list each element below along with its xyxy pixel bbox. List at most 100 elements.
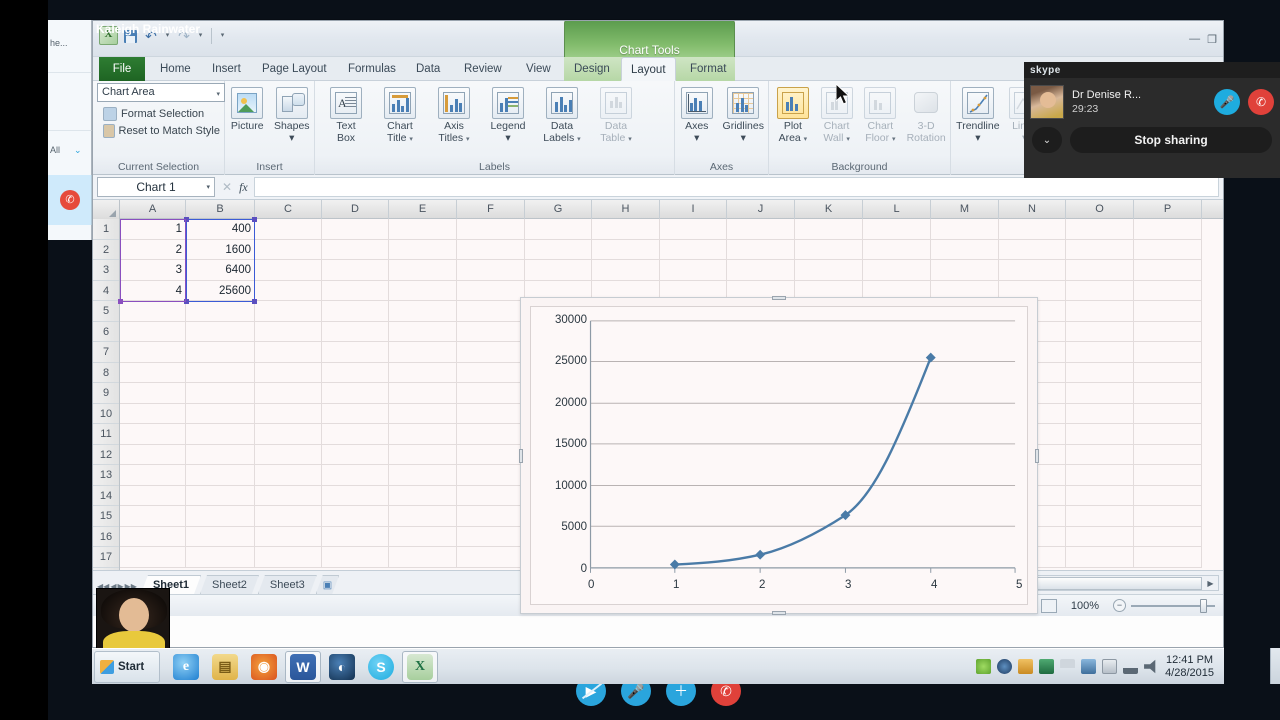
mic-icon[interactable]: 🎤 <box>1214 89 1240 115</box>
cell-E12[interactable] <box>389 444 457 465</box>
cell-E5[interactable] <box>389 301 457 322</box>
stop-sharing-button[interactable]: Stop sharing <box>1070 127 1272 153</box>
row-header-2[interactable]: 2 <box>93 240 119 260</box>
chart-resize-handle-right[interactable] <box>1035 448 1039 463</box>
cell-P14[interactable] <box>1134 485 1202 506</box>
cell-E3[interactable] <box>389 260 457 281</box>
cancel-formula-icon[interactable]: ✕ <box>222 180 232 194</box>
column-header-M[interactable]: M <box>931 200 999 219</box>
cell-N3[interactable] <box>999 260 1066 281</box>
tab-design[interactable]: Design <box>565 57 619 81</box>
tab-file[interactable]: File <box>99 57 145 81</box>
row-header-6[interactable]: 6 <box>93 322 119 342</box>
cell-F13[interactable] <box>457 465 525 486</box>
chart-title-button[interactable]: Chart Title ▾ <box>373 85 427 145</box>
column-header-D[interactable]: D <box>322 200 389 219</box>
cell-B13[interactable] <box>186 465 255 486</box>
select-all-corner[interactable] <box>93 200 120 219</box>
table-row[interactable]: 3 6400 <box>120 260 1223 281</box>
cell-E17[interactable] <box>389 547 457 568</box>
legend-dropdown-icon[interactable]: ▾ <box>481 132 535 145</box>
cell-I1[interactable] <box>660 219 727 240</box>
cell-F9[interactable] <box>457 383 525 404</box>
axes-button[interactable]: Axes ▾ <box>675 85 719 144</box>
cell-C16[interactable] <box>255 526 322 547</box>
bg-skype-filter[interactable]: All <box>50 145 60 155</box>
tab-page-layout[interactable]: Page Layout <box>253 57 336 81</box>
cell-B14[interactable] <box>186 485 255 506</box>
cell-P7[interactable] <box>1134 342 1202 363</box>
zoom-level-label[interactable]: 100% <box>1071 600 1099 612</box>
taskbar-item-file-explorer[interactable]: ▤ <box>207 651 243 683</box>
shapes-dropdown-icon[interactable]: ▾ <box>270 132 315 145</box>
chart-resize-handle-top[interactable] <box>772 296 786 300</box>
cell-L2[interactable] <box>863 239 931 260</box>
column-header-L[interactable]: L <box>863 200 931 219</box>
cell-O7[interactable] <box>1066 342 1134 363</box>
cell-F5[interactable] <box>457 301 525 322</box>
cell-E6[interactable] <box>389 321 457 342</box>
tab-insert[interactable]: Insert <box>203 57 250 81</box>
column-header-C[interactable]: C <box>255 200 322 219</box>
cell-F12[interactable] <box>457 444 525 465</box>
clipboard-icon[interactable] <box>1102 659 1118 674</box>
cell-P13[interactable] <box>1134 465 1202 486</box>
cell-C5[interactable] <box>255 301 322 322</box>
cell-P1[interactable] <box>1134 219 1202 240</box>
cell-O16[interactable] <box>1066 526 1134 547</box>
cell-M1[interactable] <box>931 219 999 240</box>
cell-G3[interactable] <box>525 260 592 281</box>
cell-D17[interactable] <box>322 547 389 568</box>
cell-O14[interactable] <box>1066 485 1134 506</box>
column-header-H[interactable]: H <box>592 200 660 219</box>
cell-C8[interactable] <box>255 362 322 383</box>
cell-F6[interactable] <box>457 321 525 342</box>
column-header-A[interactable]: A <box>120 200 186 219</box>
cell-J3[interactable] <box>727 260 795 281</box>
cell-J1[interactable] <box>727 219 795 240</box>
gridlines-button[interactable]: Gridlines ▾ <box>719 85 768 144</box>
reset-to-match-style-button[interactable]: Reset to Match Style <box>99 123 224 139</box>
tab-format[interactable]: Format <box>681 57 735 81</box>
cell-N1[interactable] <box>999 219 1066 240</box>
row-header-13[interactable]: 13 <box>93 465 119 486</box>
cell-K2[interactable] <box>795 239 863 260</box>
cell-B3[interactable]: 6400 <box>186 260 255 281</box>
taskbar-item-microsoft-excel[interactable]: X <box>402 650 438 683</box>
cell-D4[interactable] <box>322 280 389 301</box>
cell-B5[interactable] <box>186 301 255 322</box>
cell-P15[interactable] <box>1134 506 1202 527</box>
cell-P9[interactable] <box>1134 383 1202 404</box>
cell-H1[interactable] <box>592 219 660 240</box>
row-header-1[interactable]: 1 <box>93 219 119 240</box>
cell-A14[interactable] <box>120 485 186 506</box>
skype-call-overlay[interactable]: skype Dr Denise R... 29:23 🎤 ✆ ⌄ Stop sh… <box>1024 62 1280 178</box>
cell-P2[interactable] <box>1134 239 1202 260</box>
cell-B7[interactable] <box>186 342 255 363</box>
cell-K3[interactable] <box>795 260 863 281</box>
data-labels-dropdown-icon[interactable]: ▾ <box>577 136 581 143</box>
cell-O5[interactable] <box>1066 301 1134 322</box>
cell-J2[interactable] <box>727 239 795 260</box>
cell-E10[interactable] <box>389 403 457 424</box>
shield-ok-icon[interactable] <box>976 659 992 674</box>
cell-N2[interactable] <box>999 239 1066 260</box>
cell-F15[interactable] <box>457 506 525 527</box>
chart-element-combo[interactable]: Chart Area ▾ <box>97 83 225 102</box>
cell-P3[interactable] <box>1134 260 1202 281</box>
cell-L1[interactable] <box>863 219 931 240</box>
insert-function-icon[interactable]: fx <box>239 180 248 195</box>
cell-O4[interactable] <box>1066 280 1134 301</box>
scroll-right-icon[interactable]: ▶ <box>1203 579 1218 588</box>
chevron-down-icon[interactable]: ▾ <box>216 90 220 98</box>
cell-D12[interactable] <box>322 444 389 465</box>
cell-A4[interactable]: 4 <box>120 280 186 301</box>
cell-P4[interactable] <box>1134 280 1202 301</box>
tab-review[interactable]: Review <box>455 57 511 81</box>
tab-formulas[interactable]: Formulas <box>339 57 405 81</box>
start-button[interactable]: Start <box>94 650 160 683</box>
cell-P6[interactable] <box>1134 321 1202 342</box>
taskbar-item-firefox[interactable]: ◉ <box>246 651 282 683</box>
flag-icon[interactable] <box>1060 659 1076 668</box>
clock[interactable]: 12:41 PM 4/28/2015 <box>1165 654 1218 680</box>
